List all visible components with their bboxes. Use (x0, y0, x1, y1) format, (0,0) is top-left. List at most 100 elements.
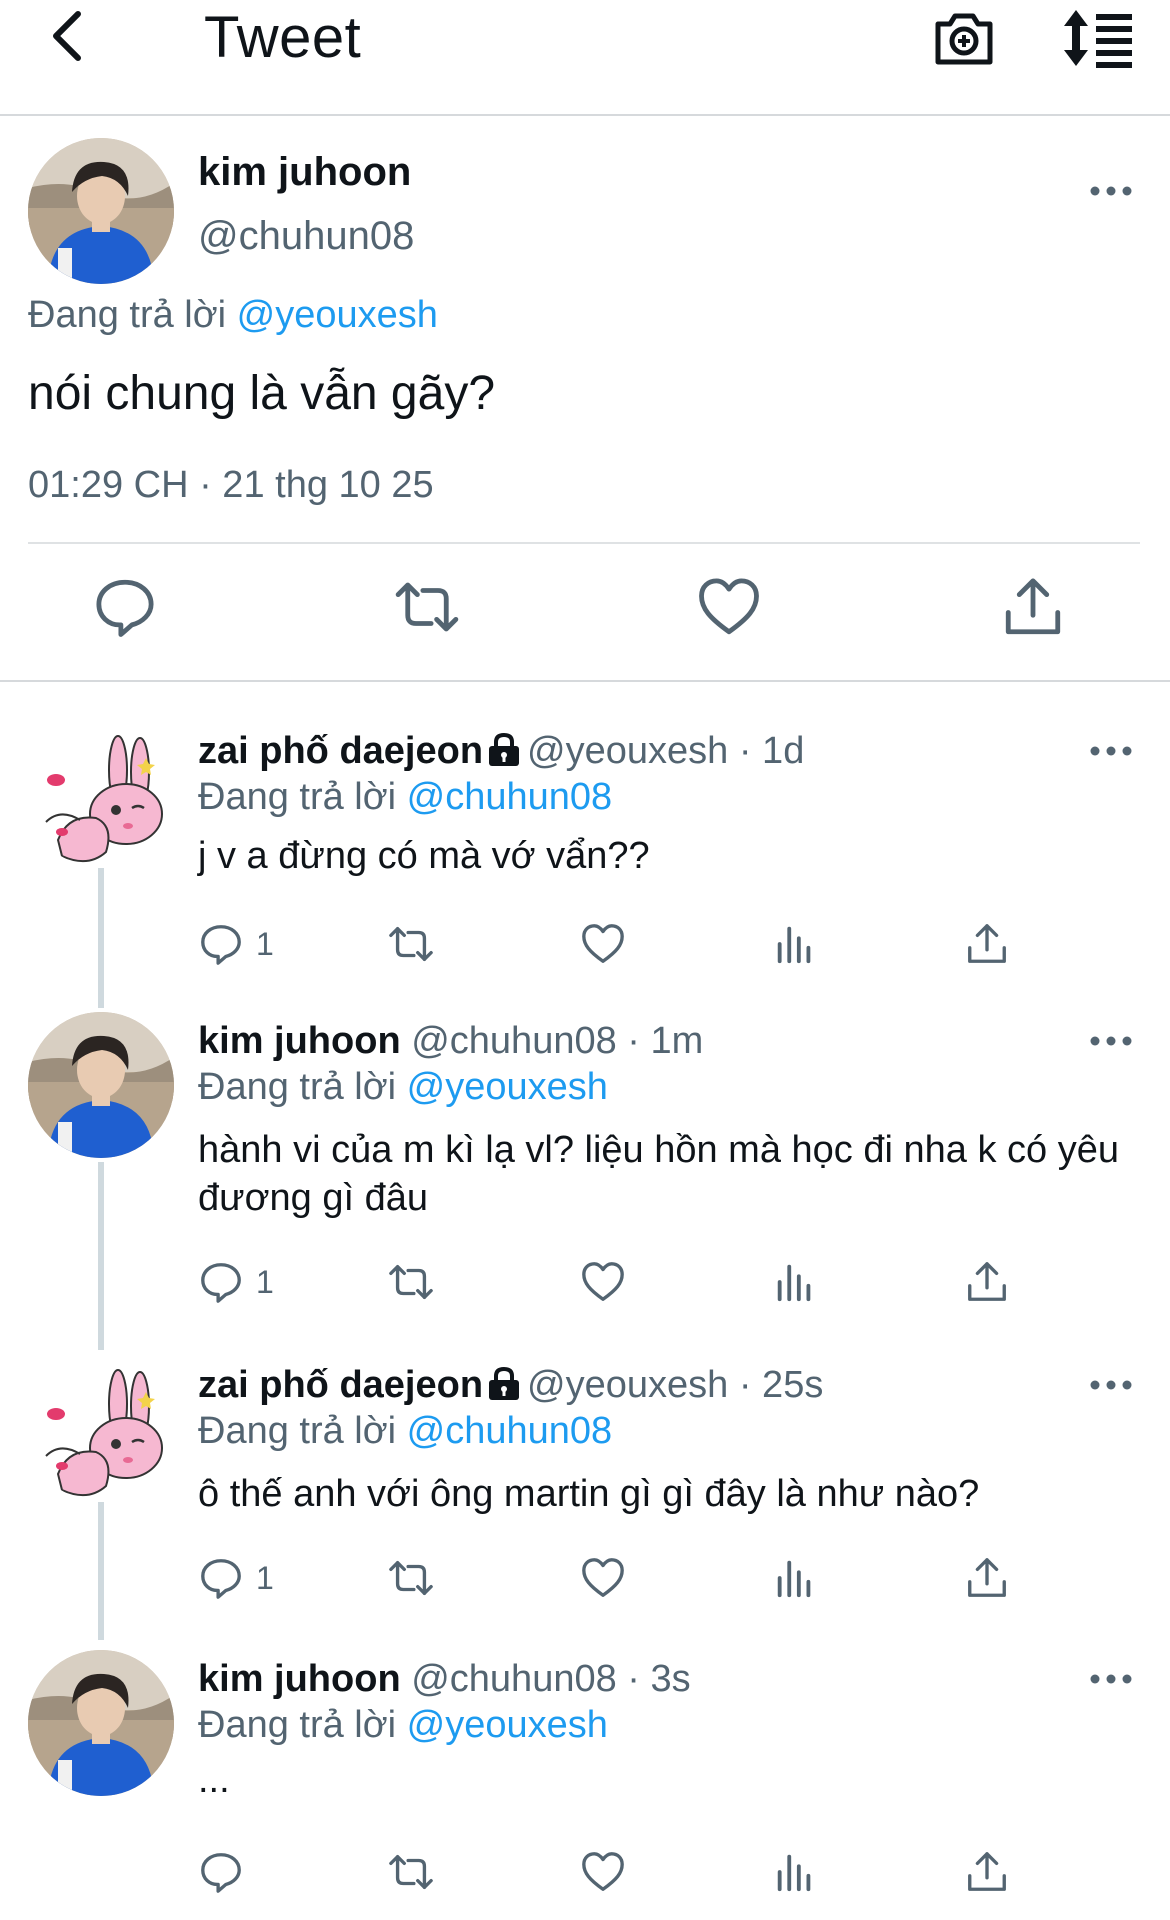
views-button[interactable] (772, 918, 818, 970)
reply-button[interactable]: 1 (198, 1256, 274, 1308)
stats-icon (772, 1849, 818, 1895)
more-button[interactable] (1086, 1026, 1136, 1056)
main-tweet: kim juhoon @chuhun08 Đang trả lời @yeoux… (0, 116, 1170, 682)
share-button[interactable] (964, 918, 1010, 970)
share-button[interactable] (964, 1256, 1010, 1308)
retweet-button[interactable] (388, 1256, 434, 1308)
retweet-button[interactable] (388, 1552, 434, 1604)
retweet-button[interactable] (394, 574, 460, 640)
stats-icon (772, 921, 818, 967)
author-meta: @chuhun08 · 3s (411, 1658, 691, 1700)
back-button[interactable] (40, 6, 100, 66)
tweet-actions: 1 (198, 1552, 1098, 1612)
reply-button[interactable]: 1 (198, 918, 274, 970)
share-icon (964, 921, 1010, 967)
views-button[interactable] (772, 1256, 818, 1308)
reply-icon (198, 1555, 244, 1601)
reply-tweet[interactable]: zai phố daejeon @yeouxesh · 1d Đang trả l… (0, 722, 1170, 982)
replying-to: Đang trả lời @chuhun08 (198, 1410, 612, 1453)
retweet-button[interactable] (388, 1846, 434, 1898)
reply-header: zai phố daejeon @yeouxesh · 25s (198, 1364, 823, 1407)
share-icon (1000, 574, 1066, 640)
mention-link[interactable]: @yeouxesh (407, 1066, 608, 1108)
share-button[interactable] (964, 1552, 1010, 1604)
more-button[interactable] (1086, 176, 1136, 206)
views-button[interactable] (772, 1846, 818, 1898)
divider (0, 680, 1170, 682)
reply-button[interactable] (198, 1846, 256, 1898)
author-name[interactable]: zai phố daejeon (198, 730, 483, 772)
more-icon (1086, 736, 1136, 766)
heart-icon (580, 1849, 626, 1895)
reply-button[interactable] (92, 574, 158, 640)
tweet-text: hành vi của m kì lạ vl? liệu hồn mà học … (198, 1129, 1119, 1219)
share-icon (964, 1849, 1010, 1895)
more-button[interactable] (1086, 1370, 1136, 1400)
retweet-icon (388, 1259, 434, 1305)
avatar[interactable] (28, 1356, 174, 1502)
reply-icon (198, 1259, 244, 1305)
tweet-text: j v a đừng có mà vớ vẩn?? (198, 835, 650, 877)
heart-icon (696, 574, 762, 640)
like-button[interactable] (580, 918, 626, 970)
share-button[interactable] (1000, 574, 1066, 640)
author-meta: @chuhun08 · 1m (411, 1020, 704, 1062)
more-button[interactable] (1086, 1664, 1136, 1694)
retweet-button[interactable] (388, 918, 434, 970)
camera-icon (935, 13, 993, 65)
tweet-actions (198, 1846, 1098, 1906)
like-button[interactable] (580, 1846, 626, 1898)
heart-icon (580, 921, 626, 967)
author-name[interactable]: zai phố daejeon (198, 1364, 483, 1406)
like-button[interactable] (580, 1256, 626, 1308)
reply-tweet[interactable]: kim juhoon @chuhun08 · 3s Đang trả lời @… (0, 1650, 1170, 1920)
stats-icon (772, 1555, 818, 1601)
views-button[interactable] (772, 1552, 818, 1604)
page-title: Tweet (204, 5, 362, 70)
avatar[interactable] (28, 138, 174, 284)
author-meta: @yeouxesh · 25s (527, 1364, 824, 1406)
mention-link[interactable]: @chuhun08 (407, 776, 613, 818)
divider (28, 542, 1140, 544)
reply-icon (198, 1849, 244, 1895)
avatar[interactable] (28, 1012, 174, 1158)
tweet-actions: 1 (198, 918, 1098, 978)
screenshot-button[interactable] (932, 6, 996, 70)
mention-link[interactable]: @yeouxesh (237, 294, 438, 336)
tweet-timestamp[interactable]: 01:29 CH · 21 thg 10 25 (28, 464, 434, 507)
share-icon (964, 1555, 1010, 1601)
replying-prefix: Đang trả lời (198, 1704, 397, 1746)
author-name[interactable]: kim juhoon (198, 1020, 401, 1062)
reply-count: 1 (256, 1263, 274, 1300)
reply-tweet[interactable]: zai phố daejeon @yeouxesh · 25s Đang trả … (0, 1356, 1170, 1616)
author-handle[interactable]: @chuhun08 (198, 214, 414, 259)
reply-button[interactable]: 1 (198, 1552, 274, 1604)
reply-header: kim juhoon @chuhun08 · 1m (198, 1020, 703, 1063)
like-button[interactable] (580, 1552, 626, 1604)
replying-to: Đang trả lời @chuhun08 (198, 776, 612, 819)
more-icon (1086, 1370, 1136, 1400)
tweet-text: ô thế anh với ông martin gì gì đây là nh… (198, 1473, 980, 1515)
avatar[interactable] (28, 722, 174, 868)
tweet-text: ... (198, 1759, 230, 1801)
retweet-icon (388, 1849, 434, 1895)
author-name[interactable]: kim juhoon (198, 150, 411, 195)
share-button[interactable] (964, 1846, 1010, 1898)
stats-icon (772, 1259, 818, 1305)
chevron-left-icon (53, 11, 81, 61)
like-button[interactable] (696, 574, 762, 640)
reply-count: 1 (256, 1559, 274, 1596)
replying-to: Đang trả lời @yeouxesh (28, 294, 438, 337)
mention-link[interactable]: @yeouxesh (407, 1704, 608, 1746)
tweet-text: nói chung là vẫn gãy? (28, 367, 496, 420)
reply-count: 1 (256, 925, 274, 962)
author-meta: @yeouxesh · 1d (527, 730, 805, 772)
more-button[interactable] (1086, 736, 1136, 766)
sort-replies-button[interactable] (1062, 6, 1134, 70)
author-name[interactable]: kim juhoon (198, 1658, 401, 1700)
reply-tweet[interactable]: kim juhoon @chuhun08 · 1m Đang trả lời @… (0, 1012, 1170, 1322)
mention-link[interactable]: @chuhun08 (407, 1410, 613, 1452)
retweet-icon (388, 1555, 434, 1601)
avatar[interactable] (28, 1650, 174, 1796)
replying-prefix: Đang trả lời (198, 1066, 397, 1108)
